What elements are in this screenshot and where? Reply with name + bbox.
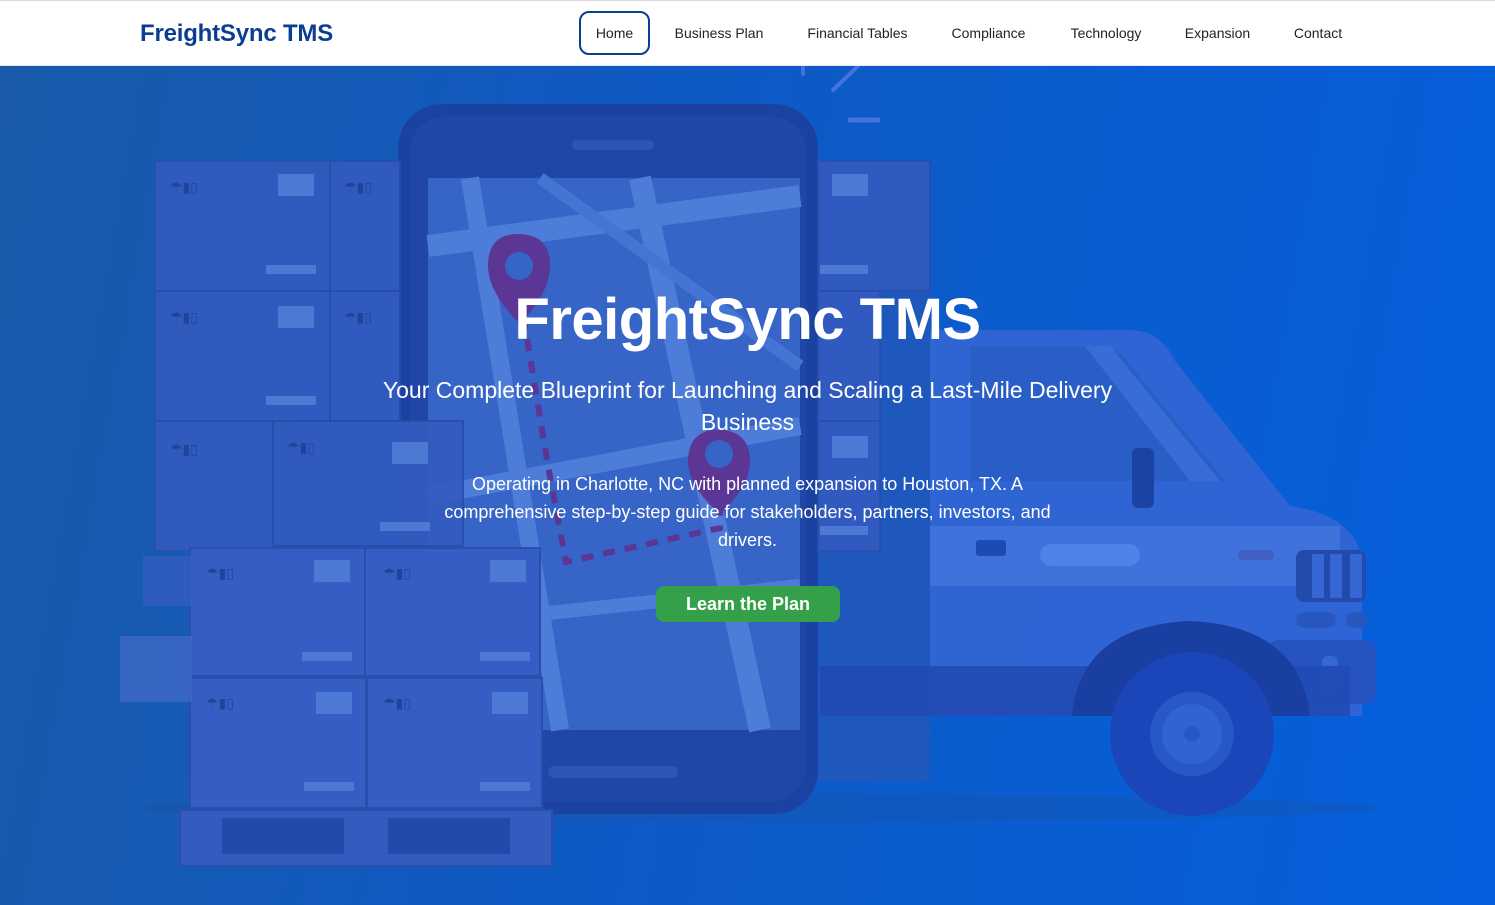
nav-home[interactable]: Home [579,11,650,55]
nav-financial-tables[interactable]: Financial Tables [795,11,920,55]
nav-business-plan[interactable]: Business Plan [664,11,774,55]
hero-title: FreightSync TMS [514,287,981,352]
nav-compliance[interactable]: Compliance [940,11,1037,55]
nav-technology[interactable]: Technology [1058,11,1154,55]
learn-the-plan-button[interactable]: Learn the Plan [656,586,840,622]
nav-expansion[interactable]: Expansion [1174,11,1261,55]
nav-contact[interactable]: Contact [1282,11,1354,55]
hero-subtitle: Your Complete Blueprint for Launching an… [382,377,1113,435]
hero-section: ☂▮▯ ☂▮▯ ☂▮▯ ☂▮▯ ☂▮▯ ☂▮▯ ☂▮▯ ☂▮▯ ☂▮▯ ☂▮▯ … [0,66,1495,905]
navbar: FreightSync TMS Home Business Plan Finan… [0,0,1495,66]
hero-content: FreightSync TMS Your Complete Blueprint … [0,66,1495,905]
nav-menu: Home Business Plan Financial Tables Comp… [0,11,1495,57]
hero-description: Operating in Charlotte, NC with planned … [444,474,1051,550]
